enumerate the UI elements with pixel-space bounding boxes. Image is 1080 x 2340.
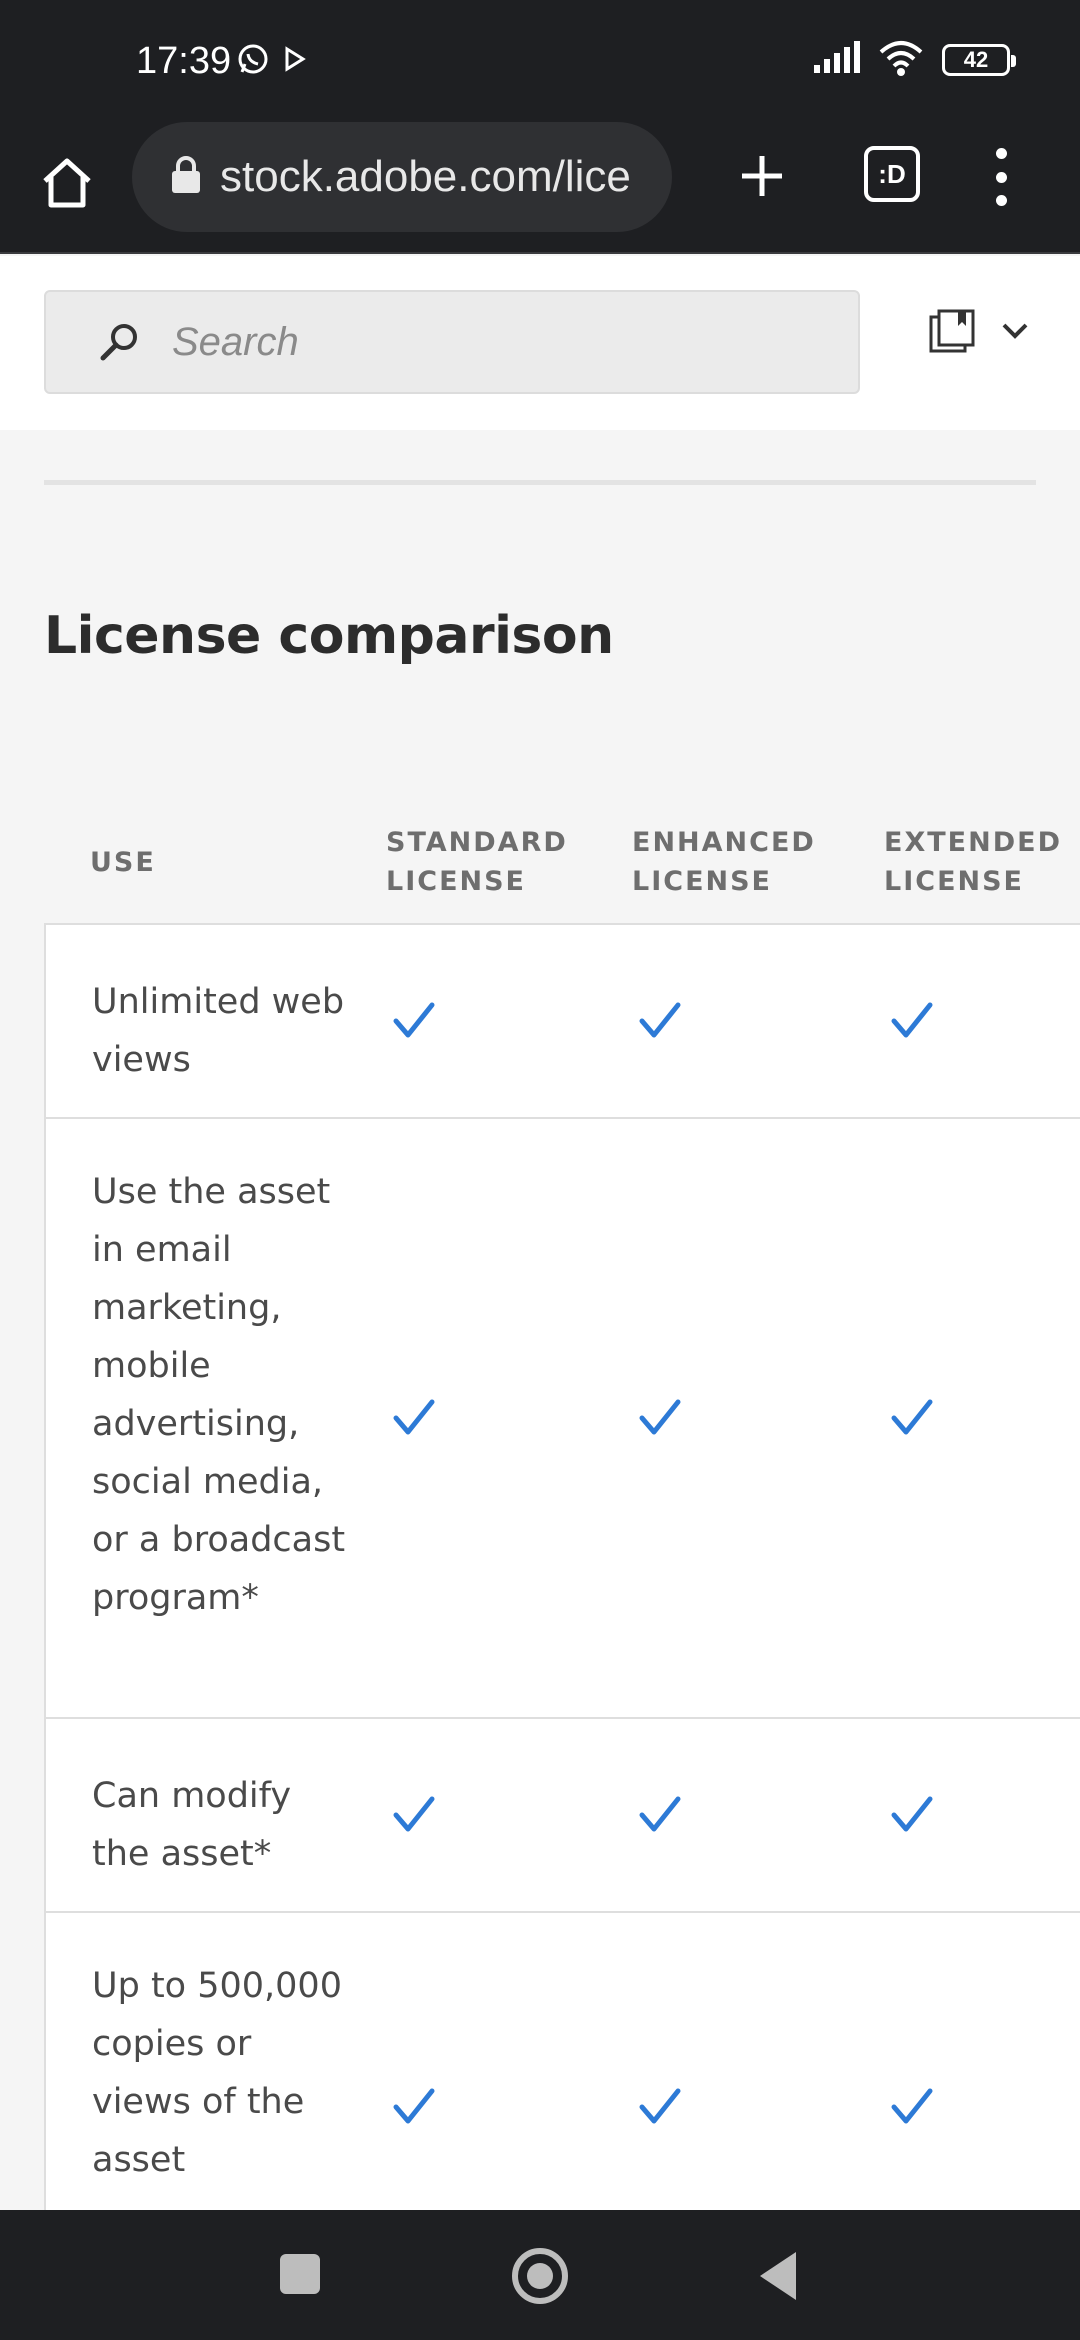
use-cell: Unlimited web views [92, 982, 345, 1080]
battery-icon: 42 [942, 44, 1016, 76]
use-cell: Can modify the asset* [92, 1776, 292, 1874]
status-system-icons: 42 [812, 40, 1016, 80]
checkmark-icon [891, 1796, 933, 1832]
address-bar[interactable]: stock.adobe.com/lice [132, 122, 672, 232]
site-header: Search [0, 256, 1080, 430]
checkmark-icon [891, 1399, 933, 1435]
page-title: License comparison [44, 606, 614, 666]
checkmark-icon [639, 2088, 681, 2124]
home-icon [43, 158, 91, 208]
chevron-down-icon [1002, 323, 1028, 339]
column-header-enhanced: ENHANCED LICENSE [632, 827, 816, 897]
checkmark-icon [639, 1399, 681, 1435]
table-header: USE STANDARD LICENSE ENHANCED LICENSE EX… [44, 815, 1080, 925]
checkmark-icon [639, 1002, 681, 1038]
signal-icon [812, 41, 860, 79]
browser-menu-button[interactable] [986, 142, 1016, 212]
search-input[interactable]: Search [44, 290, 860, 394]
checkmark-icon [891, 1002, 933, 1038]
use-cell: Use the asset in email marketing, mobile… [92, 1172, 346, 1618]
whatsapp-icon [236, 42, 270, 80]
wifi-icon [878, 40, 924, 80]
section-divider [44, 480, 1036, 485]
back-button[interactable] [760, 2252, 796, 2300]
menu-dot [995, 148, 1007, 159]
checkmark-icon [639, 1796, 681, 1832]
lock-icon [170, 155, 202, 199]
home-button[interactable] [32, 148, 102, 218]
column-header-standard: STANDARD LICENSE [386, 827, 568, 897]
license-table: Unlimited web views Use the asset in ema… [44, 923, 1080, 2315]
column-header-use: USE [90, 847, 156, 878]
libraries-button[interactable] [928, 308, 1030, 354]
menu-dot [995, 195, 1007, 206]
checkmark-icon [393, 2088, 435, 2124]
new-tab-button[interactable] [726, 140, 798, 212]
column-header-extended: EXTENDED LICENSE [884, 827, 1062, 897]
home-nav-button[interactable] [512, 2248, 568, 2304]
url-text: stock.adobe.com/lice [220, 152, 631, 201]
plus-icon [742, 156, 782, 196]
checkmark-icon [393, 1399, 435, 1435]
checkmark-icon [891, 2088, 933, 2124]
search-icon [100, 324, 137, 361]
table-row: Unlimited web views [46, 925, 1080, 1119]
use-cell: Up to 500,000 copies or views of the ass… [92, 1966, 342, 2180]
checkmark-icon [393, 1796, 435, 1832]
search-placeholder: Search [172, 319, 299, 364]
table-row: Can modify the asset* [46, 1719, 1080, 1913]
menu-dot [995, 171, 1007, 183]
checkmark-icon [393, 1002, 435, 1038]
play-icon [284, 46, 306, 76]
status-notification-icons [236, 42, 306, 80]
tab-switcher-button[interactable]: :D [864, 146, 920, 202]
status-time: 17:39 [136, 40, 232, 82]
recents-button[interactable] [280, 2254, 320, 2294]
status-bar: 17:39 42 [0, 0, 1080, 120]
library-icon [929, 309, 975, 353]
browser-toolbar: stock.adobe.com/lice :D [0, 120, 1080, 254]
table-row: Use the asset in email marketing, mobile… [46, 1119, 1080, 1719]
system-navigation-bar [0, 2210, 1080, 2340]
